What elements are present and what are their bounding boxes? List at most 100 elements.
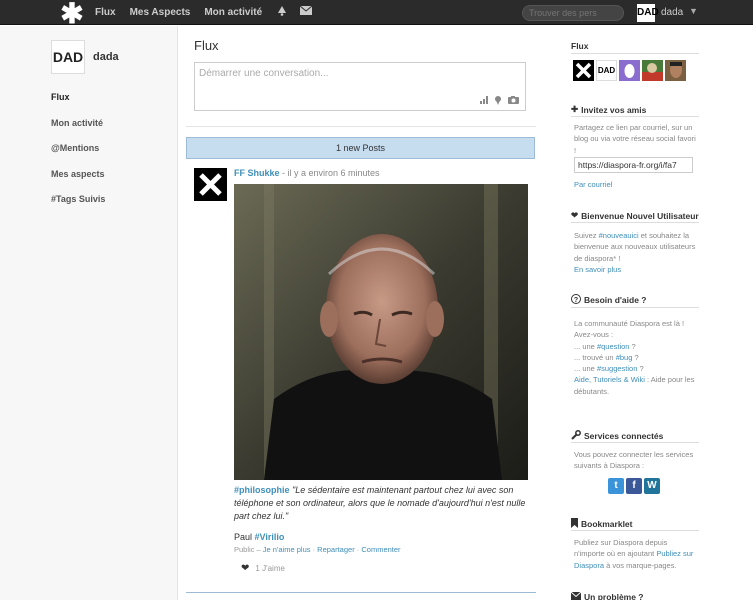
contact-avatar[interactable] [665, 60, 686, 81]
page-title: Flux [194, 38, 219, 53]
nav-aspects-link[interactable]: Mes Aspects [130, 7, 191, 18]
sidebar-nav: Flux Mon activité @Mentions Mes aspects … [51, 92, 105, 220]
welcome-tag-link[interactable]: #nouveauici [599, 231, 639, 240]
likes-count[interactable]: ❤ 1 J'aime [241, 563, 285, 574]
profile-block[interactable]: DAD dada [51, 40, 119, 74]
contact-avatar[interactable] [642, 60, 663, 81]
divider [571, 307, 699, 308]
post-author-link[interactable]: FF Shukke [234, 168, 280, 178]
welcome-more-link[interactable]: En savoir plus [574, 265, 621, 274]
help-line-suffix: ? [637, 364, 644, 374]
flux-section-title: Flux [571, 41, 589, 51]
notifications-icon[interactable] [276, 5, 288, 19]
search-input[interactable] [522, 5, 624, 21]
sidebar-item-aspects[interactable]: Mes aspects [51, 169, 105, 195]
post-visibility: Public – [234, 545, 263, 554]
bookmark-icon [571, 518, 578, 530]
services-section-title: Services connectés [571, 430, 663, 442]
publisher-tools [480, 96, 519, 107]
welcome-section-title: ❤ Bienvenue Nouvel Utilisateur [571, 210, 699, 221]
sidebar-item-activity[interactable]: Mon activité [51, 118, 105, 144]
contact-avatar[interactable] [573, 60, 594, 81]
post-photo[interactable] [234, 184, 528, 480]
help-section-title: ? Besoin d'aide ? [571, 294, 646, 306]
services-text: Vous pouvez connecter les services suiva… [574, 450, 694, 471]
mail-icon [570, 591, 582, 600]
top-bar: ✱ Flux Mes Aspects Mon activité DAD dada… [0, 0, 753, 27]
user-menu-caret-icon[interactable]: ▼ [689, 6, 698, 16]
help-line-prefix: ... une [574, 341, 597, 351]
top-nav: Flux Mes Aspects Mon activité [95, 5, 324, 19]
help-text: La communauté Diaspora est là ! Avez-vou… [574, 318, 696, 397]
divider [571, 530, 699, 531]
publisher-textarea[interactable]: Démarrer une conversation... [194, 62, 526, 111]
post-tag-link[interactable]: #philosophie [234, 485, 290, 495]
post-author-avatar[interactable] [194, 168, 227, 201]
heart-icon: ❤ [241, 563, 250, 574]
profile-name[interactable]: dada [93, 51, 119, 63]
invite-url-field[interactable]: https://diaspora-fr.org/i/fa7 [574, 157, 693, 173]
new-posts-banner[interactable]: 1 new Posts [186, 137, 535, 159]
suggestion-tag-link[interactable]: #suggestion [597, 364, 637, 373]
post-actions: Public – Je n'aime plus · Repartager · C… [234, 545, 401, 554]
question-icon: ? [571, 294, 581, 306]
post-text: #philosophie "Le sédentaire est maintena… [234, 484, 528, 523]
invite-title-label: Invitez vos amis [581, 104, 647, 115]
likes-label: 1 J'aime [255, 564, 285, 573]
problem-title-label: Un problème ? [584, 592, 644, 600]
help-line-prefix: ... trouvé un [574, 352, 616, 362]
welcome-text-part: Suivez [574, 231, 599, 240]
plus-icon: ✚ [571, 104, 579, 114]
location-icon[interactable] [495, 96, 501, 107]
contacts-thumbnails: DAD [573, 60, 686, 81]
profile-avatar[interactable]: DAD [51, 40, 85, 74]
divider [571, 53, 699, 54]
sidebar-item-mentions[interactable]: @Mentions [51, 143, 105, 169]
problem-section-title: Un problème ? [570, 591, 644, 600]
divider [571, 222, 699, 223]
user-menu-name[interactable]: dada [661, 7, 683, 18]
publisher-placeholder: Démarrer une conversation... [199, 68, 329, 79]
post-sign-tag-link[interactable]: #Virilio [255, 532, 285, 542]
question-tag-link[interactable]: #question [597, 342, 630, 351]
nav-activity-link[interactable]: Mon activité [204, 7, 262, 18]
help-line-suffix: ? [632, 352, 639, 362]
post-signature: Paul #Virilio [234, 532, 284, 542]
help-title-label: Besoin d'aide ? [584, 295, 647, 305]
camera-icon[interactable] [508, 96, 519, 107]
invite-mail-link[interactable]: Par courriel [574, 180, 612, 189]
wordpress-icon[interactable]: W [644, 478, 660, 494]
unlike-link[interactable]: Je n'aime plus [263, 545, 311, 554]
help-links[interactable]: Aide, Tutoriels & Wiki [574, 375, 645, 384]
welcome-title-label: Bienvenue Nouvel Utilisateur [581, 210, 699, 221]
divider [186, 592, 536, 593]
contact-avatar[interactable]: DAD [596, 60, 617, 81]
post-sign-name: Paul [234, 532, 255, 542]
comment-link[interactable]: Commenter [361, 545, 400, 554]
bug-tag-link[interactable]: #bug [616, 353, 633, 362]
help-line-suffix: ? [629, 341, 636, 351]
nav-stream-link[interactable]: Flux [95, 7, 116, 18]
poll-icon[interactable] [480, 96, 488, 107]
services-title-label: Services connectés [584, 431, 664, 441]
mail-icon[interactable] [299, 5, 313, 18]
twitter-icon[interactable]: t [608, 478, 624, 494]
bookmarklet-title-label: Bookmarklet [581, 519, 633, 529]
sidebar-item-followed-tags[interactable]: #Tags Suivis [51, 194, 105, 220]
invite-mail-block: Par courriel [574, 179, 696, 190]
divider [571, 442, 699, 443]
diaspora-logo-icon[interactable]: ✱ [55, 0, 89, 27]
help-line-prefix: ... une [574, 364, 597, 374]
welcome-text: Suivez #nouveauici et souhaitez la bienv… [574, 230, 696, 275]
invite-text: Partagez ce lien par courriel, sur un bl… [574, 123, 696, 155]
user-avatar[interactable]: DAD [637, 4, 659, 22]
reshare-link[interactable]: Repartager [317, 545, 355, 554]
divider [186, 126, 536, 127]
post-timestamp[interactable]: - il y a environ 6 minutes [280, 168, 380, 178]
help-line: La communauté Diaspora est là ! [574, 319, 685, 328]
contact-avatar[interactable] [619, 60, 640, 81]
facebook-icon[interactable]: f [626, 478, 642, 494]
divider [571, 116, 699, 117]
sidebar-item-stream[interactable]: Flux [51, 92, 105, 118]
post-header: FF Shukke - il y a environ 6 minutes [234, 168, 380, 178]
